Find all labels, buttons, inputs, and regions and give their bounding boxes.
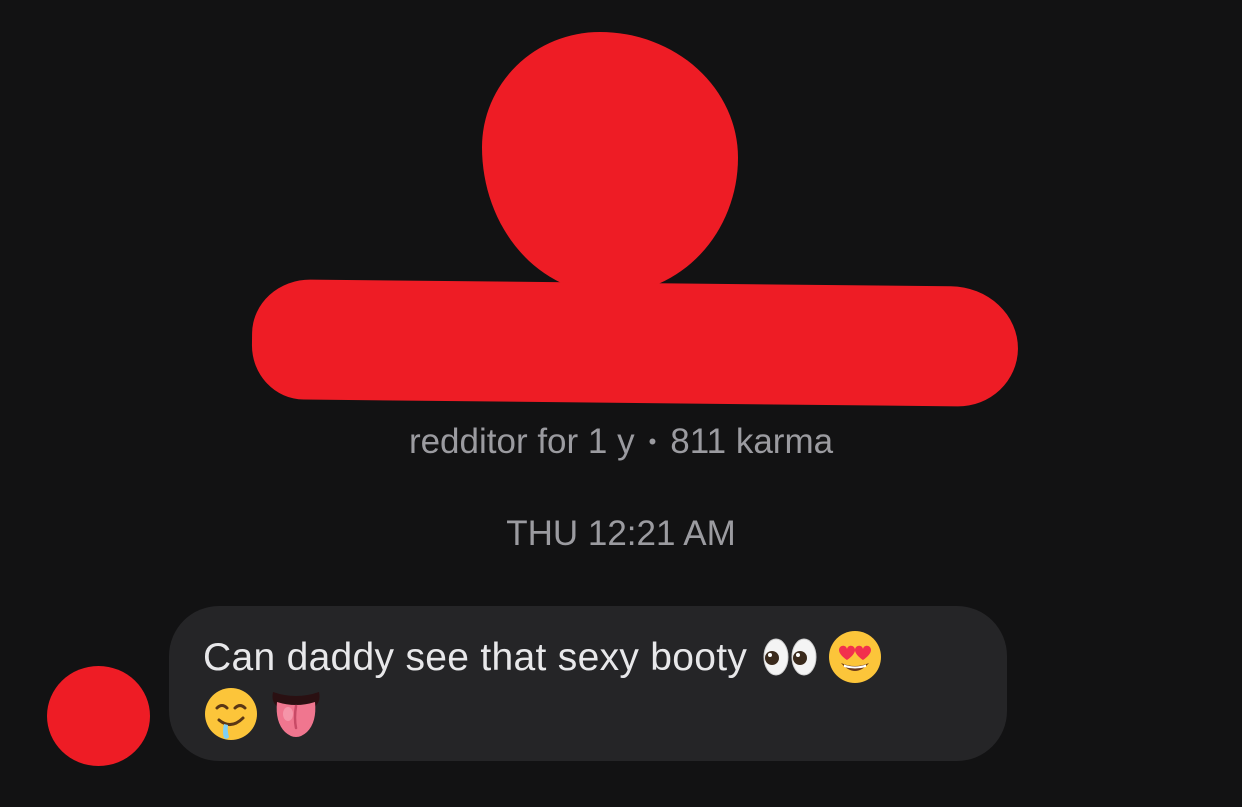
account-age: redditor for 1 y — [408, 422, 635, 461]
karma-count: 811 karma — [670, 422, 834, 461]
message-text: Can daddy see that sexy booty — [203, 636, 748, 679]
eyes-icon — [761, 636, 819, 678]
chat-screen: redditor for 1 y • 811 karma THU 12:21 AM … — [0, 0, 1242, 807]
message-body: Can daddy see that sexy booty — [203, 630, 971, 745]
message-timestamp: THU 12:21 AM — [506, 514, 736, 553]
profile-meta: redditor for 1 y • 811 karma — [0, 420, 1242, 468]
redacted-username-scribble — [251, 278, 1019, 408]
tongue-icon — [269, 686, 323, 742]
redacted-avatar-scribble — [482, 32, 738, 294]
meta-separator: • — [648, 429, 657, 454]
message-bubble[interactable]: Can daddy see that sexy booty — [169, 606, 1007, 761]
heart-eyes-face-icon — [827, 629, 883, 685]
sender-avatar-redacted[interactable] — [47, 666, 150, 766]
drooling-face-icon — [203, 686, 259, 742]
